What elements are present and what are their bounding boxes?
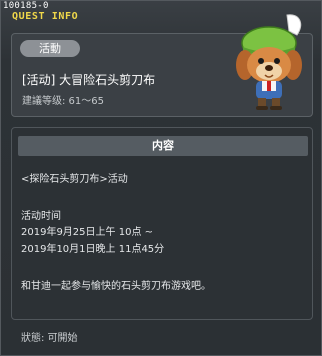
quest-status: 狀態: 可開始 — [21, 333, 78, 344]
content-line: <探险石头剪刀布>活动 — [21, 174, 128, 185]
content-line: 活动时间 — [21, 211, 61, 222]
content-line: 和甘迪一起参与愉快的石头剪刀布游戏吧。 — [21, 281, 211, 292]
content-line: 2019年9月25日上午 10点 ~ — [21, 227, 153, 238]
content-line: 2019年10月1日晚上 11点45分 — [21, 244, 165, 255]
quest-info-window: 100185-0 QUEST INFO 活動 [活动] 大冒险石头剪刀布 建議等… — [0, 0, 322, 356]
window-title: QUEST INFO — [12, 11, 79, 22]
category-badge: 活動 — [20, 40, 80, 57]
quest-name: [活动] 大冒险石头剪刀布 — [22, 73, 156, 87]
recommended-level: 建議等级: 61～65 — [22, 96, 104, 107]
content-header: 内容 — [18, 136, 308, 156]
npc-portrait-icon — [236, 14, 302, 110]
quest-id: 100185-0 — [3, 1, 49, 11]
